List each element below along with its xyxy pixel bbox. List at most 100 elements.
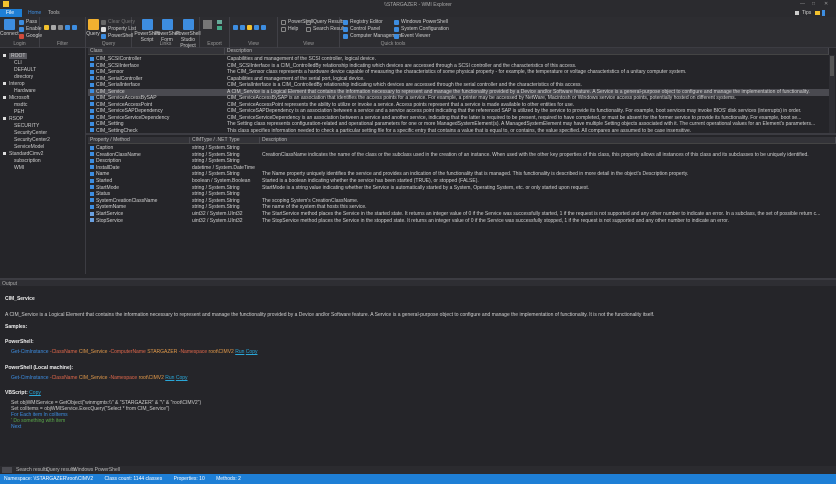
event-viewer-icon [394,33,399,39]
expand-icon[interactable] [3,54,6,57]
tips-icon [795,11,799,15]
value: root\CIMV2 [208,349,234,355]
item-label: Registry Editor [350,19,383,25]
class-list-scrollbar[interactable] [829,55,835,133]
login-item[interactable]: Pass [19,19,37,25]
event-viewer-button[interactable]: Event Viewer [394,33,430,39]
status-properties: Properties: 10 [173,476,205,482]
class-icon [90,95,94,100]
clear-query-button[interactable]: Clear Query [101,19,135,25]
filter-buttons[interactable] [44,25,77,30]
output-tab[interactable] [2,467,12,473]
column-header[interactable]: Property / Method [88,137,190,144]
property-row[interactable]: StopService uint32 / System.UInt32 The Sto… [88,218,836,225]
tree-node[interactable]: ServiceModel [8,143,44,150]
run-link[interactable]: Run [165,375,174,381]
checkbox-icon [306,26,311,32]
registry-editor-button[interactable]: Registry Editor [343,19,383,25]
column-header[interactable]: Description [260,137,836,144]
tree-node[interactable]: DEFAULT [8,66,36,73]
window-title: \\STARGAZER - WMI Explorer [384,2,452,8]
minimize-button[interactable]: — [800,1,805,7]
login-item[interactable]: Google [19,33,42,39]
windows-powershell-button[interactable]: Windows PowerShell [394,19,448,25]
item-label: Control Panel [350,26,381,32]
expand-icon[interactable] [3,152,6,155]
tips-button[interactable]: Tips [802,10,811,16]
tree-node[interactable]: RSOP [3,115,23,122]
property-icon [90,172,94,177]
class-icon [90,89,94,94]
tree-node[interactable]: directory [8,73,33,80]
expand-icon[interactable] [3,96,6,99]
output-panel: CIM_Service A CIM_Service is a Logical E… [0,286,836,466]
tree-node[interactable]: msdtc [8,101,27,108]
view-query-results-toggle[interactable]: Query Results [306,19,345,25]
export-excel-icon[interactable] [217,26,222,30]
tree-node[interactable]: CLI [8,59,22,66]
export-icon[interactable] [203,20,212,29]
close-button[interactable]: ✕ [824,1,828,7]
view-help-toggle[interactable]: Help [281,26,298,32]
connect-label: Connect [0,31,19,37]
system-configuration-button[interactable]: System Configuration [394,26,449,32]
scrollbar-thumb[interactable] [830,56,834,76]
tab-tools[interactable]: Tools [42,9,66,17]
value: STARGAZER [147,349,178,355]
column-header[interactable]: CIMType / .NET Type [190,137,260,144]
expand-icon[interactable] [3,117,6,120]
group-label: Filter [56,41,69,47]
tree-node[interactable]: SECURITY [8,122,39,129]
status-namespace: Namespace: \\STARGAZER\root\CIMV2 [4,476,94,482]
item-label: System Configuration [401,26,449,32]
tree-node[interactable]: SecurityCenter2 [8,136,50,143]
control-panel-button[interactable]: Control Panel [343,26,380,32]
tree-node[interactable]: Interop [3,80,25,87]
group-label: Quick tools [380,41,406,47]
theme-icon[interactable] [815,11,820,15]
export-csv-icon[interactable] [217,20,222,24]
group-label: Export [207,41,222,47]
copy-link[interactable]: Copy [176,375,188,381]
property-icon [90,152,94,157]
tree-node[interactable]: StandardCimv2 [3,150,43,157]
tree-node[interactable]: Hardware [8,87,36,94]
group-links: PowerShell Script PowerShell Form PowerS… [132,17,201,49]
class-icon [90,128,94,133]
tree-node-label: RSOP [9,115,24,122]
copy-link[interactable]: Copy [246,349,258,355]
column-header[interactable]: Description [225,48,829,55]
splitter[interactable] [86,133,836,135]
maximize-button[interactable]: □ [812,1,815,7]
group-label: View [248,41,259,47]
group-label: Login [13,41,26,47]
tree-node-label: SecurityCenter2 [14,136,50,143]
column-header[interactable]: Class [88,48,225,55]
expand-icon[interactable] [3,82,6,85]
tree-node-label: DEFAULT [14,66,37,73]
query-button[interactable]: Query [86,19,100,37]
copy-link[interactable]: Copy [29,390,41,396]
tree-node[interactable]: subscription [8,157,41,164]
class-name: CIM_SerialController [96,75,143,82]
tree-node[interactable]: WMI [8,164,24,171]
powershell-button[interactable]: PowerShell [101,33,133,39]
tree-node-label: Interop [9,80,25,87]
connect-button[interactable]: Connect [0,19,19,37]
class-icon [90,76,94,81]
tree-node[interactable]: PEH [8,108,24,115]
run-link[interactable]: Run [235,349,244,355]
tree-node[interactable]: SecurityCenter [8,129,47,136]
tree-node[interactable]: ROOT [3,52,28,59]
property-type-cell: uint32 / System.UInt32 [192,217,243,224]
view-buttons[interactable] [233,25,266,30]
tree-node-label: ServiceModel [14,143,45,150]
tab-windows-powershell[interactable]: Windows PowerShell [70,467,123,474]
tab-file[interactable]: File [0,9,22,17]
class-name: CIM_Service [96,88,125,95]
param: -ComputerName [108,349,146,355]
property-list-button[interactable]: Property List [101,26,136,32]
tree-node[interactable]: Microsoft [3,94,29,101]
info-icon[interactable] [822,10,825,16]
login-item[interactable]: Enable [19,26,42,32]
